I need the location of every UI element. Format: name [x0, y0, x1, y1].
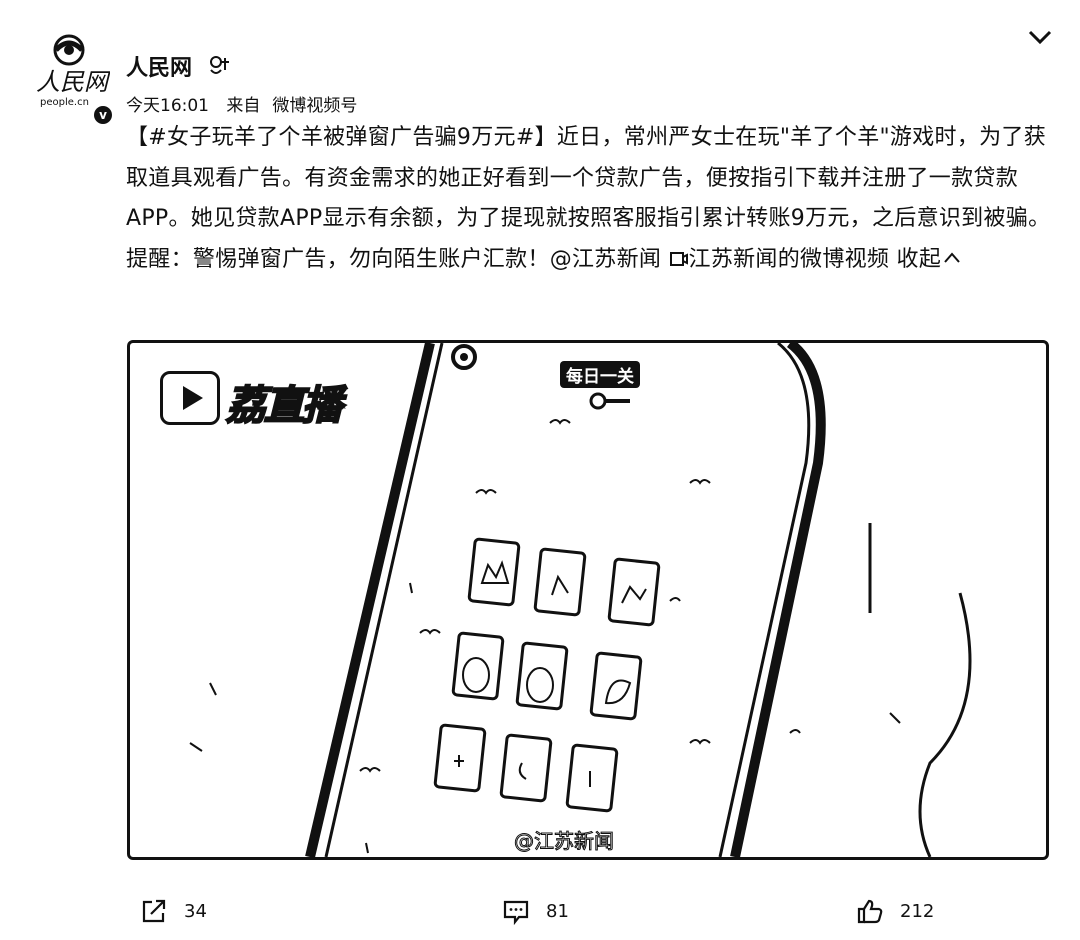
- chevron-up-icon: [944, 251, 960, 263]
- video-link[interactable]: 江苏新闻的微博视频: [669, 247, 890, 272]
- author-name[interactable]: 人民网: [126, 50, 192, 82]
- collapse-button[interactable]: 收起: [897, 247, 962, 272]
- weibo-post: 人民网 people.cn v 人民网 今天16:01 来自 微博视频号 【#女子…: [0, 0, 1080, 940]
- game-tiles: [433, 537, 661, 813]
- channel-play-icon: [160, 371, 220, 425]
- like-icon: [857, 899, 883, 924]
- post-hashtag[interactable]: 【#女子玩羊了个羊被弹窗广告骗9万元#】: [126, 125, 557, 150]
- verified-icon: v: [94, 106, 112, 124]
- video-link-label: 江苏新闻的微博视频: [688, 246, 890, 272]
- share-button[interactable]: 34: [140, 896, 207, 926]
- comment-button[interactable]: 81: [502, 896, 569, 926]
- comment-count: 81: [546, 900, 569, 922]
- video-watermark: @江苏新闻: [514, 829, 615, 854]
- like-count: 212: [900, 900, 935, 922]
- video-player[interactable]: 荔直播 每日一关 @江苏新闻: [127, 340, 1049, 860]
- avatar-logo-subtext: people.cn: [40, 97, 89, 108]
- collapse-label: 收起: [896, 246, 942, 272]
- share-count: 34: [184, 900, 207, 922]
- like-button[interactable]: 212: [856, 896, 934, 926]
- comment-icon: [503, 900, 529, 925]
- post-source-prefix: 来自: [226, 96, 261, 116]
- post-source[interactable]: 微博视频号: [272, 96, 357, 116]
- mention-link[interactable]: @江苏新闻: [550, 247, 662, 272]
- post-time[interactable]: 今天16:01: [126, 96, 209, 116]
- avatar-logo-text: 人民网: [36, 68, 110, 96]
- daily-level-badge: 每日一关: [560, 361, 640, 388]
- chevron-down-icon[interactable]: [1026, 26, 1054, 48]
- post-content: 【#女子玩羊了个羊被弹窗广告骗9万元#】近日，常州严女士在玩"羊了个羊"游戏时，…: [126, 118, 1054, 280]
- author-avatar[interactable]: 人民网 people.cn: [28, 32, 111, 114]
- member-badge-icon[interactable]: [208, 54, 232, 76]
- share-icon: [142, 899, 166, 923]
- post-meta: 今天16:01 来自 微博视频号: [126, 91, 357, 116]
- people-daily-logo: 人民网 people.cn: [36, 34, 111, 108]
- video-link-icon: [669, 251, 688, 266]
- channel-logo-text: 荔直播: [225, 382, 343, 430]
